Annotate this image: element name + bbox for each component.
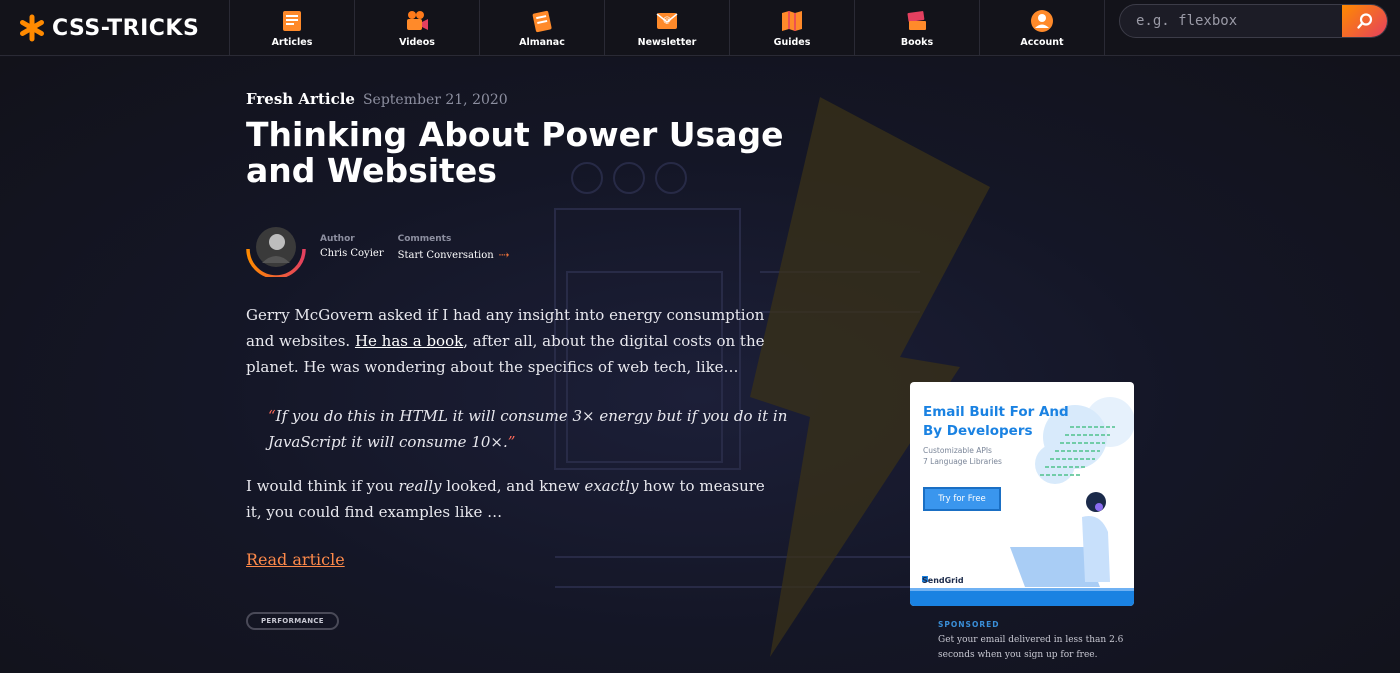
account-icon: [1031, 9, 1053, 32]
books-icon: [907, 10, 926, 30]
svg-text:@: @: [663, 15, 671, 24]
ad-headline: Email Built For And By Developers: [923, 404, 1069, 439]
author-row: Author Chris Coyier Comments Start Conve…: [246, 227, 510, 279]
nav-item-newsletter[interactable]: @ Newsletter: [605, 0, 730, 56]
article-blockquote: “If you do this in HTML it will consume …: [268, 403, 788, 455]
article-excerpt-p2: I would think if you really looked, and …: [246, 473, 776, 525]
try-for-free-button[interactable]: Try for Free: [923, 487, 1001, 511]
sponsored-text[interactable]: Get your email delivered in less than 2.…: [938, 633, 1138, 663]
guides-icon: [782, 10, 802, 31]
avatar-image: [246, 227, 306, 279]
ad-subtext: Customizable APIs 7 Language Libraries: [923, 445, 1002, 467]
arrow-right-icon: ⇢: [498, 248, 510, 263]
articles-icon: [283, 10, 301, 31]
search-input[interactable]: [1120, 5, 1344, 37]
nav-item-books[interactable]: Books: [855, 0, 980, 56]
comments-link[interactable]: Start Conversation ⇢: [398, 248, 510, 263]
comments-label: Comments: [397, 234, 452, 244]
quote-close-mark: ”: [507, 433, 516, 451]
nav-item-almanac[interactable]: Almanac: [480, 0, 605, 56]
excerpt-emphasis: exactly: [584, 477, 639, 495]
videos-icon: [407, 10, 428, 30]
newsletter-icon: @: [656, 12, 678, 29]
nav-label: Videos: [399, 36, 435, 48]
read-article-link[interactable]: Read article: [246, 550, 345, 569]
search-box: [1119, 4, 1388, 38]
nav-item-articles[interactable]: Articles: [230, 0, 355, 56]
site-name: CSS-TRICKS: [52, 15, 200, 41]
article-kicker: Fresh Article: [246, 90, 355, 108]
author-name[interactable]: Chris Coyier: [320, 248, 384, 259]
comments-meta: Comments Start Conversation ⇢: [398, 234, 510, 263]
article-date: September 21, 2020: [362, 92, 508, 108]
almanac-icon: [532, 10, 552, 32]
site-logo[interactable]: CSS-TRICKS: [0, 0, 230, 56]
tag-performance[interactable]: PERFORMANCE: [246, 612, 339, 630]
nav-label: Account: [1020, 36, 1064, 48]
ad-sub-line: Customizable APIs: [923, 446, 992, 455]
main-nav: Articles Videos Almanac @ Newsletter Gui…: [230, 0, 1105, 56]
excerpt-text: I would think if you: [246, 477, 399, 495]
excerpt-text: looked, and knew: [441, 477, 585, 495]
sponsored-label: SPONSORED: [938, 620, 1000, 629]
nav-label: Almanac: [519, 36, 565, 48]
site-header: CSS-TRICKS Articles Videos Almanac @ New…: [0, 0, 1400, 56]
nav-item-guides[interactable]: Guides: [730, 0, 855, 56]
featured-article: Fresh Article September 21, 2020 Thinkin…: [0, 57, 1400, 673]
book-link[interactable]: He has a book: [355, 332, 463, 350]
excerpt-emphasis: really: [398, 477, 442, 495]
quote-open-mark: “: [268, 407, 276, 425]
author-meta: Author Chris Coyier: [320, 234, 384, 259]
ad-sub-line: 7 Language Libraries: [923, 457, 1002, 466]
search-button[interactable]: [1342, 5, 1387, 37]
sendgrid-logo: SendGrid: [922, 576, 964, 585]
article-meta: Fresh Article September 21, 2020: [246, 90, 508, 108]
nav-item-account[interactable]: Account: [980, 0, 1105, 56]
article-excerpt-p1: Gerry McGovern asked if I had any insigh…: [246, 302, 776, 380]
comments-link-label: Start Conversation: [397, 250, 494, 261]
author-label: Author: [320, 234, 355, 244]
quote-text: If you do this in HTML it will consume 3…: [268, 407, 788, 451]
nav-label: Guides: [773, 36, 811, 48]
nav-label: Articles: [271, 36, 313, 48]
author-avatar[interactable]: [246, 227, 306, 279]
asterisk-logo-icon: [20, 14, 44, 42]
sponsor-ad[interactable]: Email Built For And By Developers Custom…: [910, 382, 1134, 606]
article-title[interactable]: Thinking About Power Usage and Websites: [246, 117, 846, 189]
search-icon: [1356, 13, 1372, 29]
nav-label: Books: [900, 36, 934, 48]
nav-label: Newsletter: [637, 36, 697, 48]
nav-item-videos[interactable]: Videos: [355, 0, 480, 56]
